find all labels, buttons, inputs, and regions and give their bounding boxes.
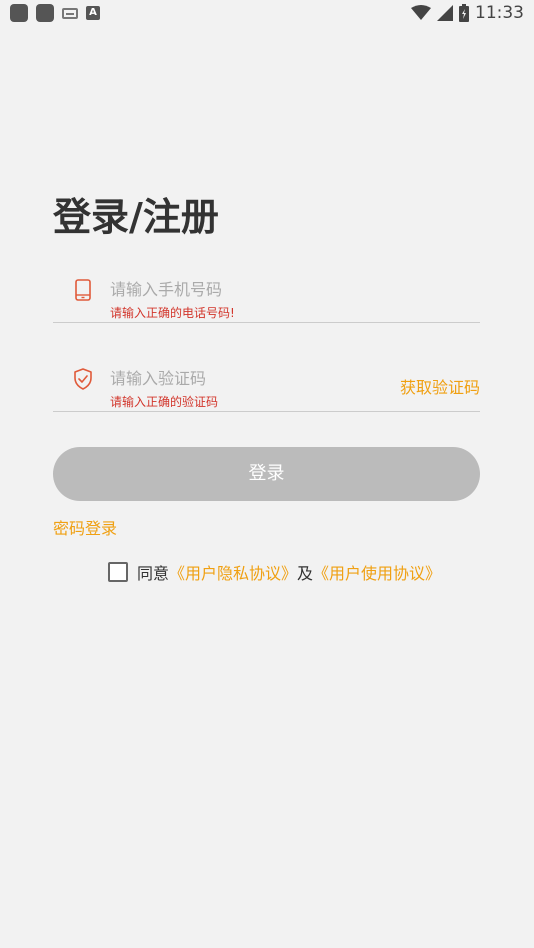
status-bar: A 11:33 [0, 0, 534, 28]
app-notification-icon [36, 4, 54, 22]
system-status: 11:33 [411, 3, 524, 23]
app-notification-icon [10, 4, 28, 22]
agreement-connector: 及 [297, 564, 314, 583]
mobile-phone-icon [75, 279, 91, 301]
get-code-button[interactable]: 获取验证码 [400, 374, 480, 398]
phone-field: 请输入正确的电话号码! [53, 272, 480, 323]
keyboard-icon [62, 7, 78, 19]
agreement-row: 同意 《用户隐私协议》 及 《用户使用协议》 [108, 560, 441, 584]
signal-icon [437, 5, 453, 21]
verification-code-input[interactable] [110, 365, 390, 391]
battery-icon [459, 4, 469, 22]
shield-check-icon [74, 368, 92, 390]
code-error-text: 请输入正确的验证码 [110, 395, 219, 409]
wifi-icon [411, 5, 431, 20]
notification-icons: A [10, 4, 100, 22]
agreement-prefix: 同意 [137, 564, 170, 583]
user-agreement-link[interactable]: 《用户使用协议》 [313, 560, 441, 584]
ime-icon: A [86, 6, 100, 20]
verification-code-field: 请输入正确的验证码 获取验证码 [53, 361, 480, 412]
page-title: 登录/注册 [53, 195, 219, 239]
password-login-link[interactable]: 密码登录 [53, 515, 117, 539]
agreement-checkbox[interactable] [108, 562, 128, 582]
phone-error-text: 请输入正确的电话号码! [110, 306, 235, 320]
clock: 11:33 [475, 3, 524, 23]
privacy-policy-link[interactable]: 《用户隐私协议》 [169, 560, 297, 584]
login-button[interactable]: 登录 [53, 447, 480, 501]
phone-input[interactable] [110, 276, 390, 302]
